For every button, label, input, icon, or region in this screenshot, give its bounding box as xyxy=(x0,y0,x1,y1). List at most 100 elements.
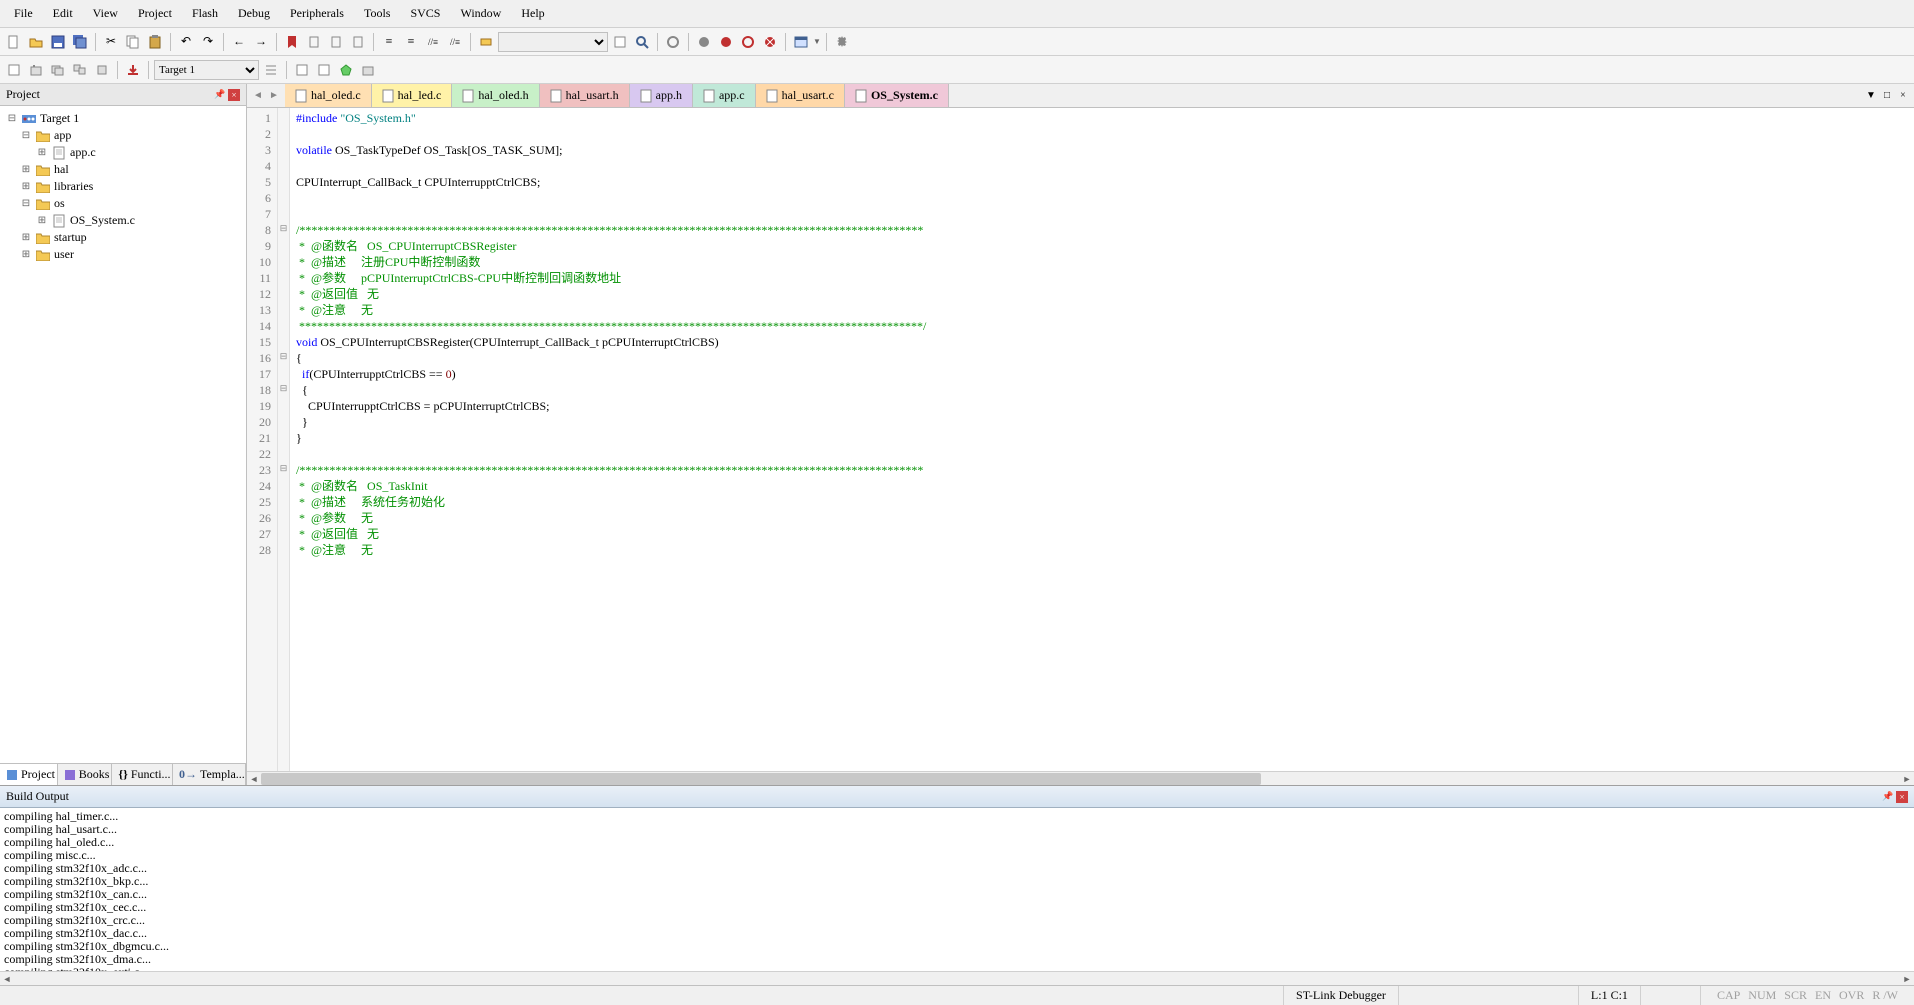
tree-root[interactable]: ⊟ Target 1 xyxy=(4,110,242,127)
code-content[interactable]: #include "OS_System.h"volatile OS_TaskTy… xyxy=(290,108,1914,771)
build-icon[interactable] xyxy=(26,60,46,80)
scroll-right-icon[interactable]: ► xyxy=(1900,972,1914,986)
save-all-icon[interactable] xyxy=(70,32,90,52)
tree-folder[interactable]: ⊟app xyxy=(4,127,242,144)
editor-tab[interactable]: OS_System.c xyxy=(845,84,949,107)
menu-tools[interactable]: Tools xyxy=(354,2,401,25)
menu-peripherals[interactable]: Peripherals xyxy=(280,2,354,25)
tree-toggle-icon[interactable]: ⊞ xyxy=(20,232,32,243)
menu-project[interactable]: Project xyxy=(128,2,182,25)
indent-icon[interactable]: ≡ xyxy=(379,32,399,52)
translate-icon[interactable] xyxy=(4,60,24,80)
tab-nav-fwd-icon[interactable]: ► xyxy=(267,88,281,104)
tree-file[interactable]: ⊞app.c xyxy=(4,144,242,161)
uncomment-icon[interactable]: //≡ xyxy=(445,32,465,52)
build-batch-icon[interactable] xyxy=(70,60,90,80)
options-icon[interactable] xyxy=(292,60,312,80)
nav-back-icon[interactable]: ← xyxy=(229,32,249,52)
tab-maximize-icon[interactable]: □ xyxy=(1880,89,1894,103)
fold-gutter[interactable]: ⊟⊟⊟⊟ xyxy=(278,108,290,771)
scroll-thumb[interactable] xyxy=(261,773,1261,785)
comment-icon[interactable]: //≡ xyxy=(423,32,443,52)
tree-toggle-icon[interactable]: ⊞ xyxy=(36,215,48,226)
target-options-icon[interactable] xyxy=(261,60,281,80)
tree-toggle-icon[interactable]: ⊞ xyxy=(20,164,32,175)
scroll-left-icon[interactable]: ◄ xyxy=(0,972,14,986)
rebuild-icon[interactable] xyxy=(48,60,68,80)
configure-icon[interactable] xyxy=(832,32,852,52)
scroll-left-icon[interactable]: ◄ xyxy=(247,772,261,785)
menu-flash[interactable]: Flash xyxy=(182,2,228,25)
editor-tab[interactable]: hal_oled.h xyxy=(452,84,539,107)
paste-icon[interactable] xyxy=(145,32,165,52)
close-icon[interactable]: × xyxy=(228,89,240,101)
target-select[interactable]: Target 1 xyxy=(154,60,259,80)
save-icon[interactable] xyxy=(48,32,68,52)
build-output-text[interactable]: compiling hal_timer.c...compiling hal_us… xyxy=(0,808,1914,971)
editor-tab[interactable]: hal_led.c xyxy=(372,84,453,107)
tree-folder[interactable]: ⊞hal xyxy=(4,161,242,178)
editor-tab[interactable]: hal_usart.h xyxy=(540,84,630,107)
menu-view[interactable]: View xyxy=(83,2,128,25)
panel-tab-templa[interactable]: 0→Templa... xyxy=(173,764,246,785)
debug-start-icon[interactable] xyxy=(663,32,683,52)
copy-icon[interactable] xyxy=(123,32,143,52)
find-in-files-icon[interactable] xyxy=(610,32,630,52)
nav-forward-icon[interactable]: → xyxy=(251,32,271,52)
tab-close-icon[interactable]: × xyxy=(1896,89,1910,103)
panel-tab-books[interactable]: Books xyxy=(58,764,113,785)
tree-folder[interactable]: ⊟os xyxy=(4,195,242,212)
tree-folder[interactable]: ⊞user xyxy=(4,246,242,263)
tree-folder[interactable]: ⊞startup xyxy=(4,229,242,246)
undo-icon[interactable]: ↶ xyxy=(176,32,196,52)
tab-nav-back-icon[interactable]: ◄ xyxy=(251,88,265,104)
menu-window[interactable]: Window xyxy=(450,2,511,25)
file-ext-icon[interactable] xyxy=(314,60,334,80)
breakpoint-icon[interactable] xyxy=(694,32,714,52)
editor-tab[interactable]: app.c xyxy=(693,84,756,107)
editor-tab[interactable]: hal_oled.c xyxy=(285,84,372,107)
new-file-icon[interactable] xyxy=(4,32,24,52)
window-icon[interactable] xyxy=(791,32,811,52)
cut-icon[interactable]: ✂ xyxy=(101,32,121,52)
tree-toggle-icon[interactable]: ⊟ xyxy=(20,130,32,141)
editor-hscrollbar[interactable]: ◄ ► xyxy=(247,771,1914,785)
panel-tab-functi[interactable]: {}Functi... xyxy=(112,764,173,785)
project-tree[interactable]: ⊟ Target 1 ⊟app⊞app.c⊞hal⊞libraries⊟os⊞O… xyxy=(0,106,246,763)
tree-toggle-icon[interactable]: ⊟ xyxy=(20,198,32,209)
bookmark-next-icon[interactable] xyxy=(326,32,346,52)
open-icon[interactable] xyxy=(26,32,46,52)
editor-tab[interactable]: hal_usart.c xyxy=(756,84,845,107)
menu-help[interactable]: Help xyxy=(511,2,554,25)
bookmark-clear-icon[interactable] xyxy=(348,32,368,52)
breakpoint-toggle-icon[interactable] xyxy=(716,32,736,52)
redo-icon[interactable]: ↷ xyxy=(198,32,218,52)
manage-icon[interactable] xyxy=(336,60,356,80)
code-editor[interactable]: 1234567891011121314151617181920212223242… xyxy=(247,108,1914,771)
tree-toggle-icon[interactable]: ⊞ xyxy=(20,181,32,192)
find-icon[interactable] xyxy=(476,32,496,52)
scroll-right-icon[interactable]: ► xyxy=(1900,772,1914,785)
tree-toggle-icon[interactable]: ⊟ xyxy=(6,113,18,124)
build-hscrollbar[interactable]: ◄ ► xyxy=(0,971,1914,985)
breakpoint-disable-icon[interactable] xyxy=(738,32,758,52)
pin-icon[interactable]: 📌 xyxy=(1882,791,1894,803)
menu-svcs[interactable]: SVCS xyxy=(400,2,450,25)
find-combo[interactable] xyxy=(498,32,608,52)
tab-dropdown-icon[interactable]: ▼ xyxy=(1864,89,1878,103)
tree-file[interactable]: ⊞OS_System.c xyxy=(4,212,242,229)
incremental-find-icon[interactable] xyxy=(632,32,652,52)
editor-tab[interactable]: app.h xyxy=(630,84,693,107)
close-icon[interactable]: × xyxy=(1896,791,1908,803)
download-icon[interactable] xyxy=(123,60,143,80)
outdent-icon[interactable]: ≡ xyxy=(401,32,421,52)
pin-icon[interactable]: 📌 xyxy=(214,89,226,101)
menu-debug[interactable]: Debug xyxy=(228,2,280,25)
panel-tab-project[interactable]: Project xyxy=(0,764,58,785)
bookmark-icon[interactable] xyxy=(282,32,302,52)
menu-edit[interactable]: Edit xyxy=(43,2,83,25)
pack-icon[interactable] xyxy=(358,60,378,80)
tree-toggle-icon[interactable]: ⊞ xyxy=(36,147,48,158)
stop-build-icon[interactable] xyxy=(92,60,112,80)
tree-folder[interactable]: ⊞libraries xyxy=(4,178,242,195)
